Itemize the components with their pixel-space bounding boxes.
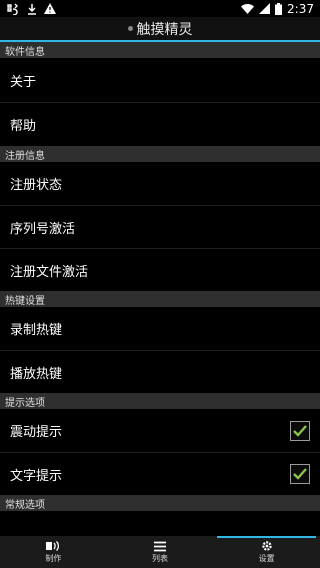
settings-item-label: 注册文件激活	[10, 264, 89, 280]
vibration-checkbox[interactable]	[290, 420, 310, 441]
settings-item-serial-activation[interactable]: 序列号激活	[0, 205, 320, 248]
settings-item-vibration[interactable]: 震动提示	[0, 409, 320, 452]
settings-item-label: 帮助	[10, 119, 37, 134]
warning-icon	[44, 3, 56, 14]
settings-item-label: 注册状态	[10, 178, 63, 193]
settings-item-registration-status[interactable]: 注册状态	[0, 162, 320, 205]
status-right-icons: 2:37	[241, 2, 314, 16]
settings-item-record-hotkey[interactable]: 录制热键	[0, 307, 320, 350]
nav-label: 设置	[258, 554, 275, 563]
gear-icon	[261, 540, 273, 552]
battery-icon	[275, 2, 283, 15]
settings-item-about[interactable]: 关于	[0, 58, 320, 102]
checkmark-icon	[293, 468, 307, 480]
bug-icon	[6, 3, 20, 15]
list-icon	[154, 541, 166, 552]
status-left-icons	[6, 3, 56, 15]
nav-tab-settings[interactable]: 设置	[213, 536, 320, 568]
settings-item-label: 关于	[10, 74, 37, 90]
download-icon	[27, 3, 37, 15]
wifi-icon	[241, 3, 255, 14]
nav-tab-make[interactable]: 制作	[0, 536, 107, 568]
settings-item-help[interactable]: 帮助	[0, 102, 320, 146]
nav-label: 列表	[152, 553, 168, 563]
section-header-general: 常规选项	[0, 495, 320, 511]
section-header-registration: 注册信息	[0, 146, 320, 162]
settings-item-label: 序列号激活	[10, 221, 76, 237]
text-notice-checkbox[interactable]	[290, 464, 310, 484]
status-time: 2:37	[287, 1, 314, 16]
section-header-hotkeys: 热键设置	[0, 291, 320, 307]
settings-item-file-activation[interactable]: 注册文件激活	[0, 248, 320, 291]
nav-tab-list[interactable]: 列表	[107, 536, 214, 568]
settings-item-text-notice[interactable]: 文字提示	[0, 452, 320, 495]
settings-item-label: 文字提示	[10, 468, 63, 484]
settings-item-label: 震动提示	[10, 425, 63, 440]
section-header-notifications: 提示选项	[0, 393, 320, 409]
settings-item-partial[interactable]	[0, 511, 320, 536]
record-icon	[46, 540, 60, 552]
app-logo-icon	[127, 26, 133, 31]
app-bar: 触摸精灵	[0, 17, 320, 42]
section-header-software: 软件信息	[0, 42, 320, 58]
status-bar: 2:37	[0, 0, 320, 17]
settings-item-play-hotkey[interactable]: 播放热键	[0, 350, 320, 393]
checkmark-icon	[293, 424, 307, 437]
bottom-nav: 制作 列表 设置	[0, 536, 320, 568]
settings-list[interactable]: 软件信息 关于 帮助 注册信息 注册状态 序列号激活 注册文件激活 热键设置 录…	[0, 42, 320, 536]
settings-item-label: 播放热键	[10, 366, 63, 382]
app-title: 触摸精灵	[136, 21, 193, 38]
nav-label: 制作	[45, 554, 62, 563]
signal-icon	[259, 3, 271, 14]
settings-item-label: 录制热键	[10, 323, 63, 338]
